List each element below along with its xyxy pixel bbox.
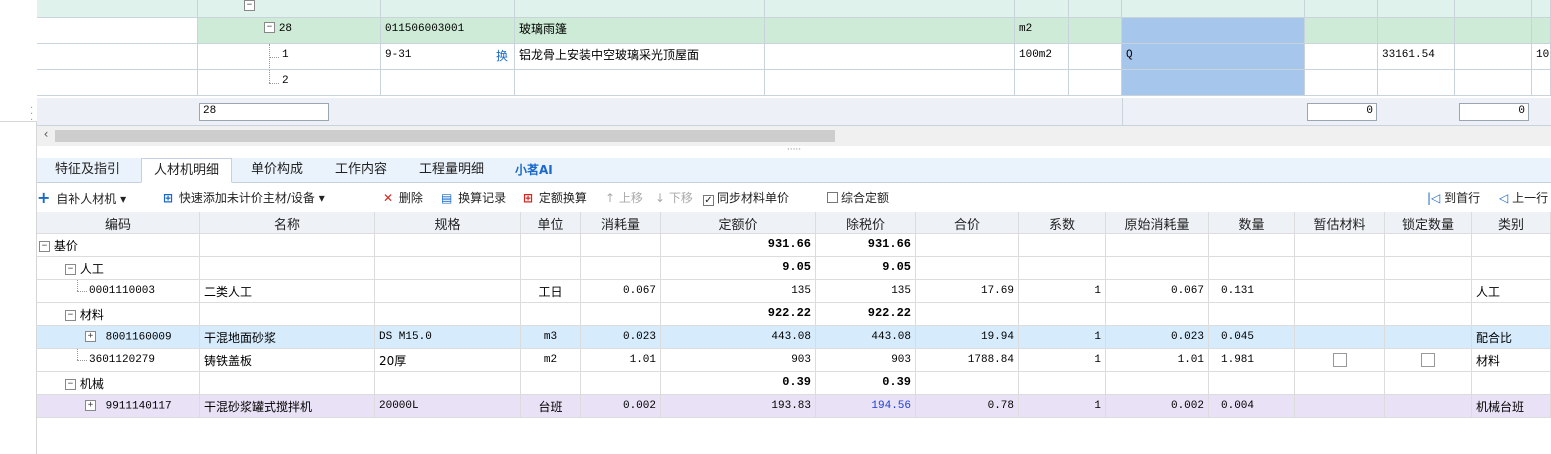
add-material-button[interactable]: + 自补人材机 ▾ xyxy=(37,189,126,207)
table-row-selected[interactable]: + 8001160009 干混地面砂浆 DS M15.0 m3 0.023 44… xyxy=(37,326,1551,349)
collapse-icon[interactable]: − xyxy=(65,264,76,275)
quota-unit: 100m2 xyxy=(1015,44,1069,70)
composite-quota-checkbox[interactable]: 综合定额 xyxy=(827,189,889,207)
col-header-total[interactable]: 合价 xyxy=(916,212,1019,234)
table-row[interactable]: + 9911140117 干混砂浆罐式搅拌机 20000L 台班 0.002 1… xyxy=(37,395,1551,418)
col-header-unit[interactable]: 单位 xyxy=(521,212,581,234)
col-header-code[interactable]: 编码 xyxy=(37,212,200,234)
first-row-icon: |◁ xyxy=(1427,191,1441,205)
expand-icon[interactable]: + xyxy=(85,331,96,342)
tab-unit-price[interactable]: 单价构成 xyxy=(239,158,315,183)
tab-quantity-detail[interactable]: 工程量明细 xyxy=(407,158,496,183)
tab-work-content[interactable]: 工作内容 xyxy=(323,158,399,183)
vertical-splitter-handle[interactable]: · · · xyxy=(30,104,34,126)
expand-icon[interactable]: + xyxy=(85,400,96,411)
tab-ai-assistant[interactable]: 小茗AI xyxy=(503,158,565,183)
sub-number: 2 xyxy=(282,75,289,87)
move-up-button[interactable]: ↑ 上移 xyxy=(605,189,643,207)
delete-button[interactable]: ✕ 删除 xyxy=(383,189,423,207)
col-header-orig-consumption[interactable]: 原始消耗量 xyxy=(1106,212,1209,234)
col-header-coefficient[interactable]: 系数 xyxy=(1019,212,1106,234)
collapse-icon[interactable]: − xyxy=(39,241,50,252)
to-first-row-button[interactable]: |◁ 到首行 xyxy=(1427,189,1480,207)
clipboard-icon: ▤ xyxy=(441,191,453,205)
item-name: 玻璃雨篷 xyxy=(515,18,765,44)
horizontal-splitter-handle[interactable]: ····· xyxy=(37,146,1551,158)
col-header-quantity[interactable]: 数量 xyxy=(1209,212,1295,234)
table-row[interactable]: − 机械 0.39 0.39 xyxy=(37,372,1551,395)
summary-total-2: 0 xyxy=(1459,103,1529,121)
table-row[interactable]: − 28 011506003001 玻璃雨篷 m2 xyxy=(37,18,1551,44)
table-row[interactable]: − 基价 931.66 931.66 xyxy=(37,234,1551,257)
summary-input[interactable]: 28 xyxy=(199,103,329,121)
table-row[interactable]: 3601120279 铸铁盖板 20厚 m2 1.01 903 903 1788… xyxy=(37,349,1551,372)
detail-tabs: 特征及指引 人材机明细 单价构成 工作内容 工程量明细 小茗AI xyxy=(37,158,1551,183)
item-code: 011506003001 xyxy=(381,18,515,44)
quota-code: 9-31 xyxy=(385,49,412,61)
quick-add-button[interactable]: ⊞ 快速添加未计价主材/设备 ▾ xyxy=(163,189,325,207)
table-row[interactable]: 2 xyxy=(37,70,1551,96)
table-row[interactable]: − 人工 9.05 9.05 xyxy=(37,257,1551,280)
summary-row: 28 0 0 xyxy=(37,98,1551,126)
toolbar: + 自补人材机 ▾ ⊞ 快速添加未计价主材/设备 ▾ ✕ 删除 ▤ 换算记录 ⊞… xyxy=(37,184,1551,212)
upper-grid: − − 28 011506003001 玻璃雨篷 m2 1 9-31 换 铝龙骨… xyxy=(37,0,1551,150)
collapse-icon[interactable]: − xyxy=(264,22,275,33)
col-header-category[interactable]: 类别 xyxy=(1472,212,1551,234)
col-header-quota-price[interactable]: 定额价 xyxy=(661,212,816,234)
unit-price: 33161.54 xyxy=(1378,44,1455,70)
lock-qty-checkbox[interactable] xyxy=(1421,353,1435,367)
move-down-button[interactable]: ↓ 下移 xyxy=(655,189,693,207)
table-row[interactable]: − xyxy=(37,0,1551,18)
provisional-checkbox[interactable] xyxy=(1332,353,1347,367)
dropdown-arrow-icon: ▾ xyxy=(120,192,127,206)
previous-icon: ◁ xyxy=(1499,191,1509,205)
col-header-lock-qty[interactable]: 锁定数量 xyxy=(1385,212,1472,234)
checkbox-icon xyxy=(827,192,838,203)
col-header-taxfree-price[interactable]: 除税价 xyxy=(816,212,916,234)
col-header-name[interactable]: 名称 xyxy=(200,212,375,234)
table-row[interactable]: 0001110003 二类人工 工日 0.067 135 135 17.69 1… xyxy=(37,280,1551,303)
conversion-tag[interactable]: 换 xyxy=(496,47,508,64)
col-header-consumption[interactable]: 消耗量 xyxy=(581,212,661,234)
table-row[interactable]: 1 9-31 换 铝龙骨上安装中空玻璃采光顶屋面 100m2 Q 33161.5… xyxy=(37,44,1551,70)
previous-row-button[interactable]: ◁ 上一行 xyxy=(1499,189,1548,207)
total-price-partial: 108 xyxy=(1532,44,1551,70)
quota-conversion-button[interactable]: ⊞ 定额换算 xyxy=(523,189,587,207)
conversion-icon: ⊞ xyxy=(523,191,534,205)
scrollbar-thumb[interactable] xyxy=(55,130,835,142)
sync-price-checkbox[interactable]: ✓ 同步材料单价 xyxy=(703,189,789,207)
dropdown-arrow-icon: ▾ xyxy=(318,191,325,205)
arrow-down-icon: ↓ xyxy=(655,191,666,205)
scroll-left-icon[interactable]: ‹ xyxy=(39,127,53,145)
col-header-spec[interactable]: 规格 xyxy=(375,212,521,234)
resource-detail-grid: 编码 名称 规格 单位 消耗量 定额价 除税价 合价 系数 原始消耗量 数量 暂… xyxy=(37,212,1551,454)
tab-labor-material-machine[interactable]: 人材机明细 xyxy=(141,158,233,183)
item-unit: m2 xyxy=(1015,18,1069,44)
collapse-icon[interactable]: − xyxy=(65,310,76,321)
collapse-icon[interactable]: − xyxy=(244,0,255,11)
plus-icon: + xyxy=(37,188,51,207)
conversion-log-button[interactable]: ▤ 换算记录 xyxy=(441,189,506,207)
col-header-provisional[interactable]: 暂估材料 xyxy=(1295,212,1385,234)
delete-icon: ✕ xyxy=(383,191,394,205)
item-number: 28 xyxy=(278,23,293,35)
sub-number: 1 xyxy=(282,49,289,61)
tab-features[interactable]: 特征及指引 xyxy=(43,158,132,183)
horizontal-scrollbar[interactable]: ‹ xyxy=(37,126,1551,146)
quota-name: 铝龙骨上安装中空玻璃采光顶屋面 xyxy=(515,44,765,70)
table-row[interactable]: − 材料 922.22 922.22 xyxy=(37,303,1551,326)
add-item-icon: ⊞ xyxy=(163,191,174,205)
header-row: 编码 名称 规格 单位 消耗量 定额价 除税价 合价 系数 原始消耗量 数量 暂… xyxy=(37,212,1551,234)
quantity-expression[interactable]: Q xyxy=(1122,44,1305,70)
summary-total-1: 0 xyxy=(1307,103,1377,121)
arrow-up-icon: ↑ xyxy=(605,191,616,205)
collapse-icon[interactable]: − xyxy=(65,379,76,390)
checkbox-checked-icon: ✓ xyxy=(703,195,714,206)
